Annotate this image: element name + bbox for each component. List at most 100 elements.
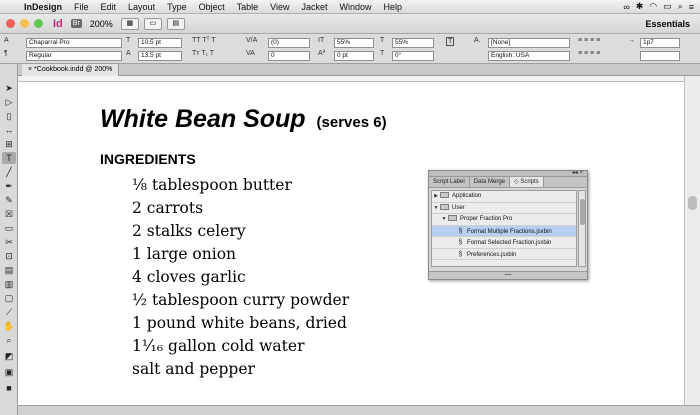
line-tool-icon[interactable]: ╱: [2, 166, 16, 178]
menu-jacket[interactable]: Jacket: [295, 2, 333, 12]
panel-collapse-icon[interactable]: ◂◂ ×: [572, 169, 583, 176]
tree-row-format-selected-fraction[interactable]: § Format Selected Fraction.jsxbin: [432, 237, 576, 249]
panel-resize-grip[interactable]: ▪▪▪▪: [429, 271, 587, 279]
battery-icon[interactable]: ▭: [663, 1, 672, 12]
menu-edit[interactable]: Edit: [95, 2, 123, 12]
scissors-tool-icon[interactable]: ✂: [2, 236, 16, 248]
tree-row-user[interactable]: ▼ User: [432, 203, 576, 214]
menu-view[interactable]: View: [264, 2, 295, 12]
font-size-field[interactable]: 10.5 pt: [138, 38, 182, 48]
zoom-tool-icon[interactable]: ⌕: [2, 334, 16, 346]
formatting-affects-icon[interactable]: ▣: [2, 366, 16, 378]
selection-tool-icon[interactable]: ➤: [2, 82, 16, 94]
view-options-button[interactable]: ▦: [120, 17, 139, 30]
zoom-window-icon[interactable]: [34, 19, 43, 28]
document-tab-bar: × *Cookbook.indd @ 200%: [18, 64, 700, 76]
type-tool-icon[interactable]: T: [2, 152, 16, 164]
tree-row-application[interactable]: ▶ Application: [432, 191, 576, 203]
panel-scrollbar-thumb[interactable]: [580, 199, 585, 225]
bluetooth-icon[interactable]: ✱: [636, 1, 644, 12]
fill-stroke-icon[interactable]: ◩: [2, 350, 16, 362]
ingredients-heading[interactable]: INGREDIENTS: [100, 151, 196, 167]
font-family-field[interactable]: Chaparral Pro: [26, 38, 122, 48]
arrange-documents-button[interactable]: ▤: [166, 17, 185, 30]
gap-tool-icon[interactable]: ↔: [2, 124, 16, 136]
minimize-window-icon[interactable]: [20, 19, 29, 28]
kerning-field[interactable]: (0): [268, 38, 310, 48]
character-style-field[interactable]: [None]: [488, 38, 570, 48]
glasses-icon[interactable]: ∞: [623, 2, 629, 12]
left-indent-field[interactable]: 1p7: [640, 38, 680, 48]
skew-field[interactable]: 0°: [392, 51, 434, 61]
expanded-triangle-icon[interactable]: ▼: [440, 214, 448, 225]
note-tool-icon[interactable]: ▢: [2, 292, 16, 304]
align-left-icon[interactable]: ≡ ≡ ≡ ≡: [578, 37, 600, 44]
text-frame-icon[interactable]: T: [446, 37, 455, 46]
tree-row-format-multiple-fractions[interactable]: § Format Multiple Fractions.jsxbin: [432, 225, 576, 237]
vertical-scrollbar[interactable]: [684, 76, 700, 405]
small-caps-icon[interactable]: Tᴛ T₁ T: [192, 50, 214, 57]
menu-help[interactable]: Help: [378, 2, 409, 12]
tree-row-proper-fraction-pro[interactable]: ▼ Proper Fraction Pro: [432, 214, 576, 226]
character-mode-icon[interactable]: A: [4, 37, 9, 44]
menu-table[interactable]: Table: [231, 2, 265, 12]
tree-row-label: Format Selected Fraction.jsxbin: [467, 240, 552, 246]
all-caps-icon[interactable]: TT Tᵀ T: [192, 37, 216, 44]
document-canvas[interactable]: White Bean Soup (serves 6) INGREDIENTS ⅛…: [18, 82, 684, 405]
menu-layout[interactable]: Layout: [122, 2, 161, 12]
gradient-feather-tool-icon[interactable]: ▥: [2, 278, 16, 290]
justify-icon[interactable]: ≡ ≡ ≡ ≡: [578, 50, 600, 57]
free-transform-tool-icon[interactable]: ⊡: [2, 250, 16, 262]
screen-mode-button[interactable]: ▭: [143, 17, 162, 30]
list-icon[interactable]: ≡: [689, 2, 694, 12]
pen-tool-icon[interactable]: ✒: [2, 180, 16, 192]
stroke-swatch-icon[interactable]: ■: [2, 382, 16, 394]
eyedropper-tool-icon[interactable]: ⟋: [2, 306, 16, 318]
zoom-level-dropdown[interactable]: 200%: [90, 19, 113, 29]
panel-title-bar[interactable]: ◂◂ ×: [429, 169, 587, 177]
menu-object[interactable]: Object: [193, 2, 231, 12]
close-tab-icon[interactable]: ×: [28, 66, 32, 73]
rectangle-tool-icon[interactable]: ▭: [2, 222, 16, 234]
tracking-field[interactable]: 0: [268, 51, 310, 61]
vertical-scale-field[interactable]: 55%: [334, 38, 374, 48]
gradient-tool-icon[interactable]: ▤: [2, 264, 16, 276]
script-icon: §: [458, 227, 463, 235]
bridge-button[interactable]: Br: [70, 19, 82, 28]
horizontal-scale-field[interactable]: 55%: [392, 38, 434, 48]
direct-selection-tool-icon[interactable]: ▷: [2, 96, 16, 108]
language-field[interactable]: English: USA: [488, 51, 570, 61]
rectangle-frame-tool-icon[interactable]: ☒: [2, 208, 16, 220]
wifi-icon[interactable]: ◠: [649, 1, 657, 12]
tab-data-merge[interactable]: Data Merge: [470, 177, 511, 187]
tree-row-label: Format Multiple Fractions.jsxbin: [467, 228, 552, 235]
app-menu[interactable]: InDesign: [18, 2, 68, 12]
vertical-scrollbar-thumb[interactable]: [688, 196, 697, 210]
tree-row-preferences[interactable]: § Preferences.jsxbin: [432, 249, 576, 260]
spotlight-icon[interactable]: ⌕: [678, 1, 683, 12]
panel-scrollbar[interactable]: [578, 190, 586, 267]
menu-type[interactable]: Type: [161, 2, 193, 12]
pencil-tool-icon[interactable]: ✎: [2, 194, 16, 206]
menu-file[interactable]: File: [68, 2, 95, 12]
close-window-icon[interactable]: [6, 19, 15, 28]
collapsed-triangle-icon[interactable]: ▶: [432, 191, 440, 202]
expanded-triangle-icon[interactable]: ▼: [432, 203, 440, 214]
document-tab[interactable]: × *Cookbook.indd @ 200%: [22, 64, 120, 76]
baseline-shift-field[interactable]: 0 pt: [334, 51, 374, 61]
skew-icon: T: [380, 50, 385, 57]
content-collector-icon[interactable]: ⊞: [2, 138, 16, 150]
right-indent-field[interactable]: [640, 51, 680, 61]
tab-scripts[interactable]: ◇ Scripts: [510, 177, 544, 187]
hand-tool-icon[interactable]: ✋: [2, 320, 16, 332]
leading-field[interactable]: 13.5 pt: [138, 51, 182, 61]
window-controls: [0, 19, 43, 28]
menu-window[interactable]: Window: [334, 2, 378, 12]
tab-script-label[interactable]: Script Label: [429, 177, 470, 187]
paragraph-mode-icon[interactable]: ¶: [4, 50, 8, 57]
font-style-field[interactable]: Regular: [26, 51, 122, 61]
recipe-title[interactable]: White Bean Soup (serves 6): [100, 105, 387, 134]
page-tool-icon[interactable]: ▯: [2, 110, 16, 122]
workspace-switcher[interactable]: Essentials: [645, 19, 700, 29]
ingredients-list[interactable]: ⅛ tablespoon butter 2 carrots 2 stalks c…: [132, 174, 349, 381]
